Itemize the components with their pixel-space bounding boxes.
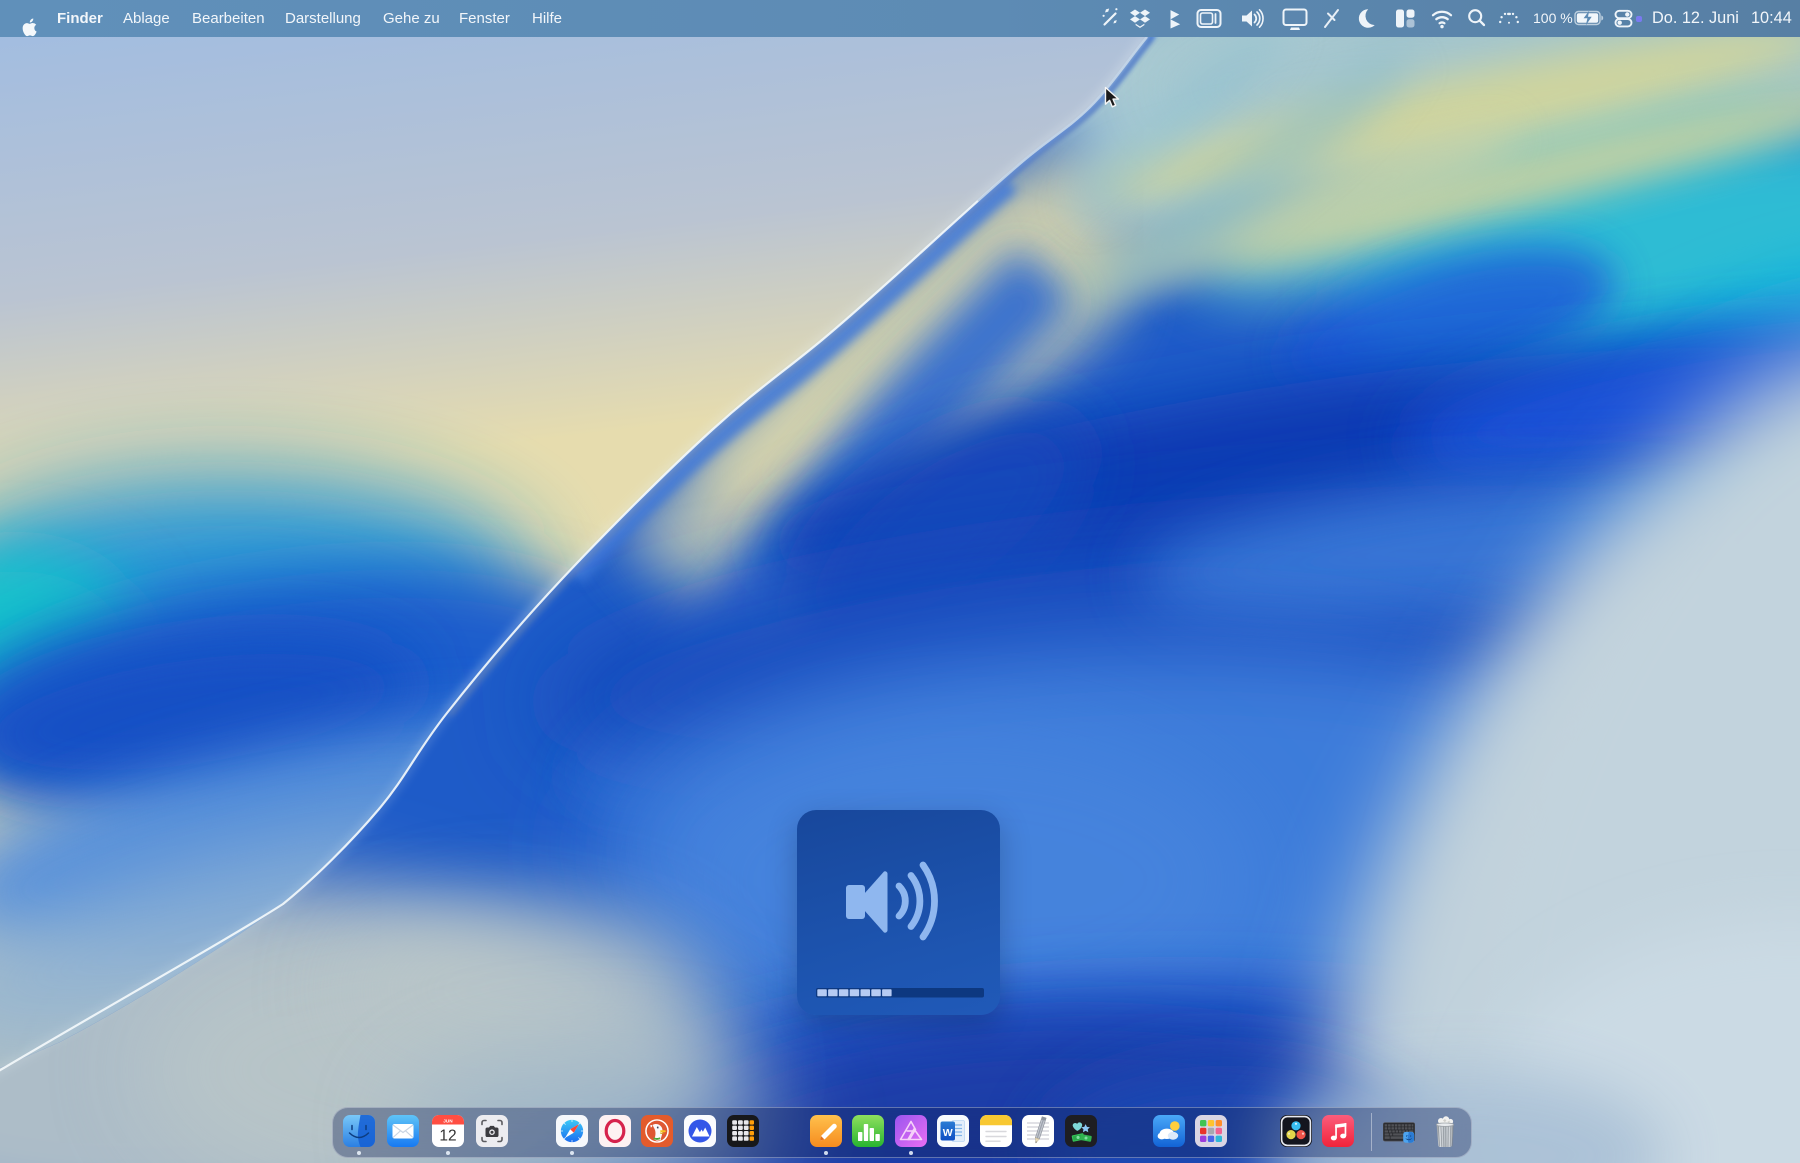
svg-text:W: W [943, 1127, 953, 1139]
svg-text:JUN: JUN [443, 1119, 453, 1124]
svg-text:12: 12 [439, 1128, 456, 1145]
